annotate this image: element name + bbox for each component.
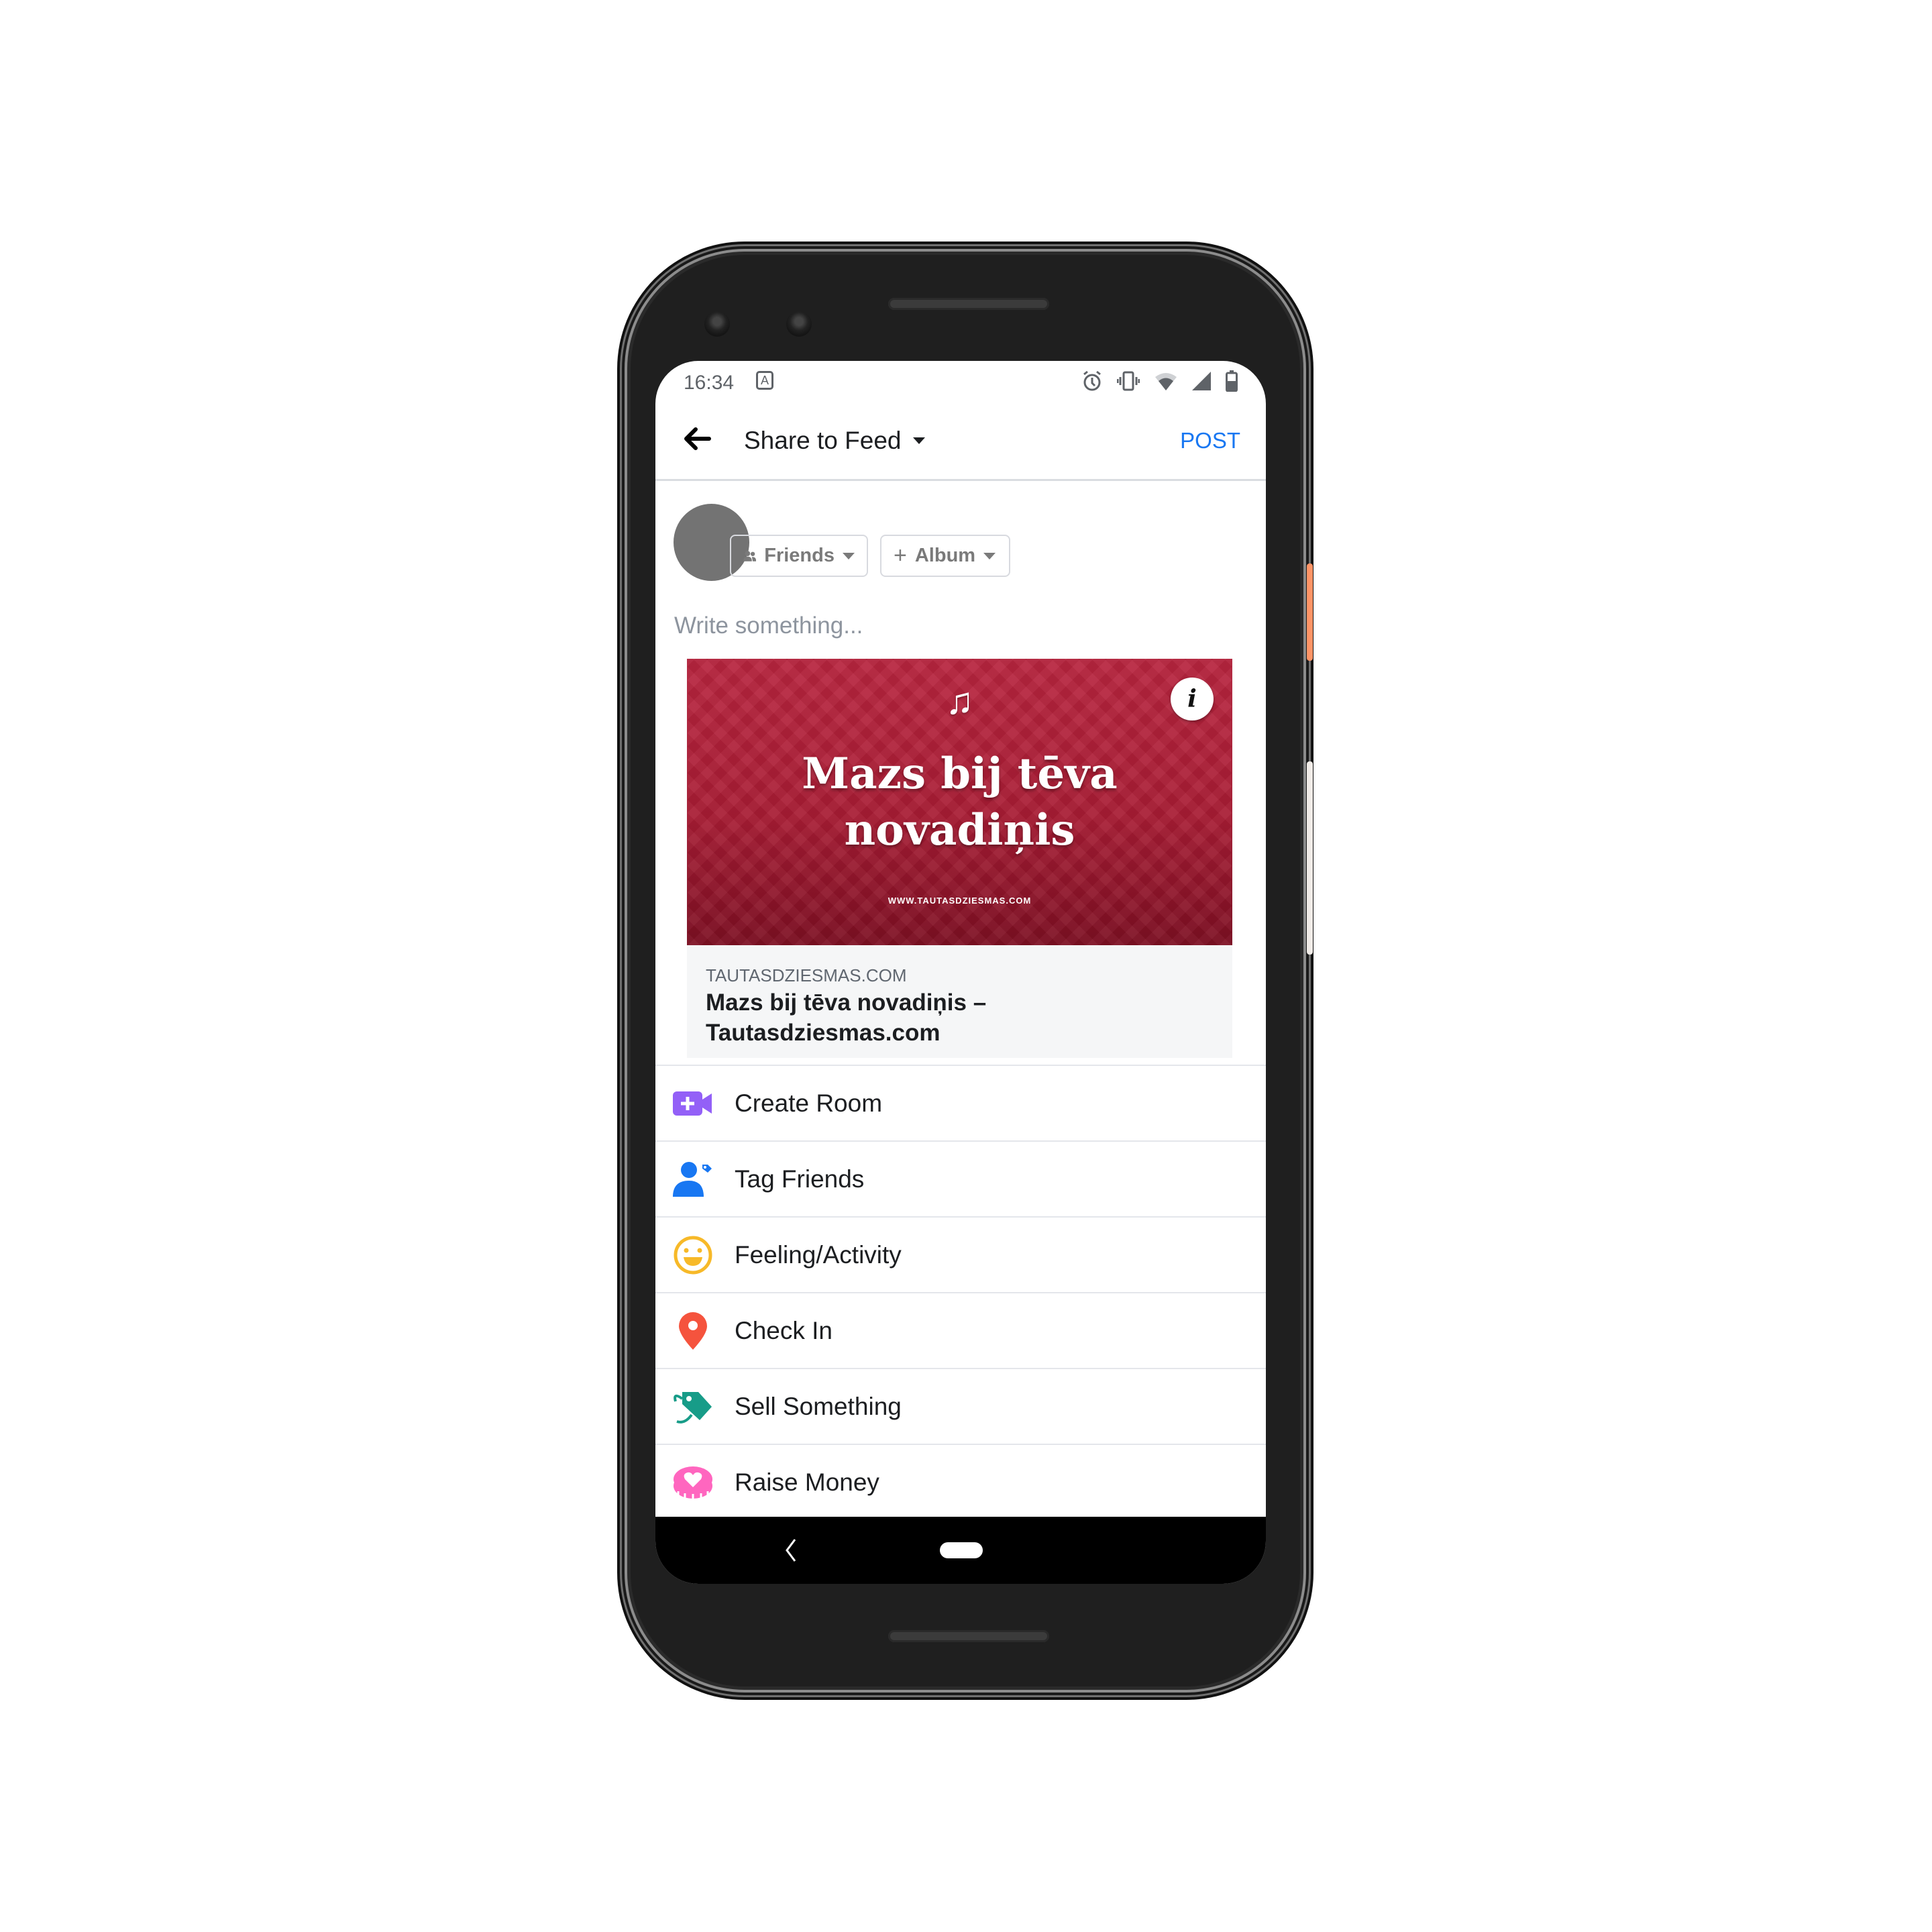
link-caption: TAUTASDZIESMAS.COM Mazs bij tēva novadiņ…	[687, 945, 1232, 1058]
link-title-line-2: Tautasdziesmas.com	[706, 1020, 941, 1046]
action-label: Feeling/Activity	[735, 1240, 902, 1269]
status-time: 16:34	[684, 372, 735, 394]
front-sensor	[786, 311, 812, 337]
alarm-icon	[1083, 370, 1101, 391]
action-sell-something[interactable]: Sell Something	[655, 1369, 1266, 1445]
album-label: Album	[914, 545, 976, 566]
phone-frame: 16:34 A Share to Feed POST Friends + Alb…	[631, 255, 1313, 1686]
page-title: Share to Feed	[744, 427, 902, 454]
smiley-icon	[673, 1235, 713, 1275]
post-button[interactable]: POST	[1180, 428, 1240, 453]
album-button[interactable]: + Album	[880, 535, 1010, 577]
link-preview-image: ♫ Mazs bij tēva novadiņis WWW.TAUTASDZIE…	[687, 659, 1232, 945]
power-button	[1307, 564, 1313, 661]
status-bar: 16:34 A	[655, 361, 1266, 401]
screen: 16:34 A Share to Feed POST Friends + Alb…	[655, 361, 1266, 1584]
action-label: Tag Friends	[735, 1165, 865, 1193]
volume-button	[1307, 761, 1313, 955]
bottom-speaker	[888, 1630, 1049, 1642]
link-title: Mazs bij tēva novadiņis – Tautasdziesmas…	[706, 987, 1214, 1048]
caret-down-icon	[983, 552, 996, 559]
action-label: Check In	[735, 1316, 833, 1344]
action-create-room[interactable]: Create Room	[655, 1066, 1266, 1142]
app-bar: Share to Feed POST	[655, 401, 1266, 481]
action-raise-money[interactable]: Raise Money	[655, 1445, 1266, 1519]
friends-icon	[743, 550, 757, 561]
post-options-list: Create Room Tag Friends Feeling/Activity…	[655, 1065, 1266, 1519]
friends-label: Friends	[764, 545, 835, 566]
nav-home-button[interactable]	[940, 1542, 983, 1558]
battery-icon	[1226, 370, 1238, 392]
system-nav-bar	[655, 1517, 1266, 1584]
image-title-line-1: Mazs bij tēva	[802, 749, 1118, 799]
video-plus-icon	[673, 1083, 713, 1124]
back-arrow-icon[interactable]	[682, 424, 712, 453]
notification-icon: A	[756, 371, 773, 390]
signal-icon	[1192, 372, 1211, 390]
music-note-icon: ♫	[945, 680, 974, 722]
tag-friends-icon	[673, 1159, 713, 1199]
caret-down-icon	[913, 437, 926, 444]
action-check-in[interactable]: Check In	[655, 1293, 1266, 1369]
link-preview-card[interactable]: ♫ Mazs bij tēva novadiņis WWW.TAUTASDZIE…	[687, 659, 1232, 1058]
action-feeling-activity[interactable]: Feeling/Activity	[655, 1218, 1266, 1293]
location-pin-icon	[673, 1311, 713, 1351]
earpiece-speaker	[888, 298, 1049, 310]
info-icon[interactable]: i	[1171, 678, 1214, 720]
post-text-input[interactable]: Write something...	[674, 612, 863, 639]
heart-coin-icon	[673, 1462, 713, 1503]
action-tag-friends[interactable]: Tag Friends	[655, 1142, 1266, 1218]
plus-icon: +	[894, 543, 907, 568]
action-label: Sell Something	[735, 1392, 902, 1420]
front-camera	[704, 311, 730, 337]
action-label: Create Room	[735, 1089, 883, 1117]
price-tag-icon	[673, 1387, 713, 1427]
wifi-icon	[1155, 373, 1177, 390]
share-destination-dropdown[interactable]: Share to Feed	[744, 427, 926, 455]
audience-friends-button[interactable]: Friends	[730, 535, 868, 577]
caret-down-icon	[843, 552, 855, 559]
nav-back-icon[interactable]	[783, 1537, 799, 1564]
link-domain: TAUTASDZIESMAS.COM	[706, 965, 907, 985]
vibrate-icon	[1117, 371, 1140, 391]
link-title-line-1: Mazs bij tēva novadiņis –	[706, 989, 987, 1016]
image-title-line-2: novadiņis	[844, 805, 1075, 855]
image-site-url: WWW.TAUTASDZIESMAS.COM	[888, 896, 1032, 906]
image-song-title: Mazs bij tēva novadiņis	[687, 746, 1232, 859]
action-label: Raise Money	[735, 1468, 879, 1496]
